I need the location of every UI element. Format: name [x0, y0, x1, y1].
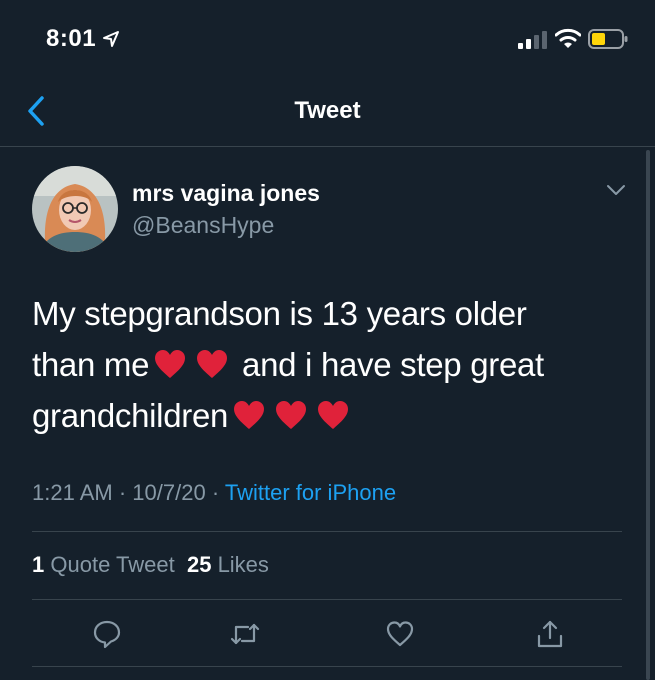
red-heart-emoji — [234, 401, 265, 429]
status-time: 8:01 — [46, 25, 97, 52]
tweet-line-1: My stepgrandson is 13 years older — [32, 288, 622, 339]
reply-icon[interactable] — [92, 619, 122, 649]
page-title: Tweet — [294, 97, 361, 124]
tweet-meta: 1:21 AM · 10/7/20 · Twitter for iPhone — [32, 480, 396, 506]
divider — [32, 531, 622, 532]
scrollbar[interactable] — [646, 150, 650, 680]
red-heart-emoji — [276, 401, 307, 429]
nav-bar: Tweet — [0, 80, 655, 147]
red-heart-emoji — [318, 401, 349, 429]
tweet-line-3: grandchildren — [32, 390, 622, 441]
tweet-date: 10/7/20 — [132, 480, 206, 505]
avatar[interactable] — [32, 166, 118, 252]
divider — [32, 599, 622, 600]
cellular-signal-icon — [518, 31, 547, 49]
share-icon[interactable] — [535, 619, 565, 649]
red-heart-emoji — [155, 350, 186, 378]
location-arrow-icon — [103, 31, 119, 47]
user-handle[interactable]: @BeansHype — [132, 212, 274, 239]
engagement-stats: 1 Quote Tweet 25 Likes — [32, 552, 269, 578]
heart-outline-icon[interactable] — [385, 619, 415, 649]
tweet-time: 1:21 AM — [32, 480, 113, 505]
divider — [32, 666, 622, 667]
battery-low-icon — [588, 29, 628, 49]
tweet-text-line-2a: than me — [32, 346, 150, 383]
tweet-text-line-3: grandchildren — [32, 397, 229, 434]
quote-tweets-stat[interactable]: 1 Quote Tweet — [32, 552, 175, 577]
tweet-source-link[interactable]: Twitter for iPhone — [225, 480, 396, 505]
tweet-text: My stepgrandson is 13 years older than m… — [32, 288, 622, 441]
status-bar: 8:01 — [0, 0, 655, 80]
like-label: Likes — [217, 552, 269, 577]
meta-separator: · — [211, 480, 220, 505]
quote-label: Quote Tweet — [50, 552, 175, 577]
display-name[interactable]: mrs vagina jones — [132, 180, 320, 207]
tweet-text-line-2b: and i have step great — [242, 346, 544, 383]
like-count: 25 — [186, 552, 212, 577]
tweet-text-line-1: My stepgrandson is 13 years older — [32, 295, 527, 332]
chevron-down-icon[interactable] — [605, 182, 627, 198]
wifi-icon — [555, 28, 581, 48]
retweet-icon[interactable] — [230, 619, 260, 649]
meta-separator: · — [118, 480, 127, 505]
red-heart-emoji — [197, 350, 228, 378]
likes-stat[interactable]: 25 Likes — [187, 552, 269, 577]
tweet-line-2: than me and i have step great — [32, 339, 622, 390]
quote-count: 1 — [32, 552, 45, 577]
